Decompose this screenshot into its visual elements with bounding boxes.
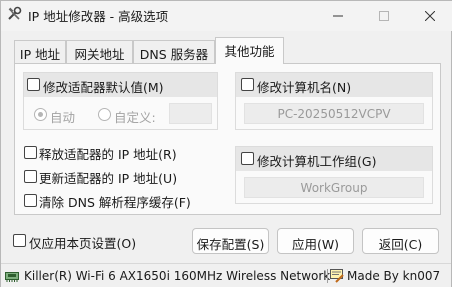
status-separator — [327, 269, 328, 283]
workgroup-label[interactable]: 修改计算机工作组(G) — [257, 151, 376, 170]
custom-value-field[interactable] — [169, 103, 212, 124]
tab-other-functions[interactable]: 其他功能 — [215, 37, 284, 64]
back-button[interactable]: 返回(C) — [362, 228, 439, 254]
tab-gateway[interactable]: 网关地址 — [66, 40, 133, 63]
main-window: IP 地址修改器 - 高级选项 IP 地址 网关地址 DNS 服务器 其他功能 … — [0, 0, 452, 287]
flush-dns-checkbox[interactable] — [24, 194, 37, 207]
computer-name-field[interactable]: PC-20250512VCPV — [244, 103, 424, 124]
close-button[interactable] — [407, 1, 452, 31]
author-text: Made By kn007 — [347, 269, 441, 283]
close-icon — [425, 11, 435, 21]
workgroup-group: 修改计算机工作组(G) WorkGroup — [235, 146, 433, 204]
maximize-button[interactable] — [361, 1, 407, 31]
tab-dns-server[interactable]: DNS 服务器 — [133, 40, 215, 63]
renew-ip-label[interactable]: 更新适配器的 IP 地址(U) — [39, 168, 177, 187]
computer-name-label[interactable]: 修改计算机名(N) — [257, 77, 351, 96]
adapter-name-text: Killer(R) Wi-Fi 6 AX1650i 160MHz Wireles… — [24, 269, 331, 283]
custom-radio[interactable] — [98, 108, 111, 121]
save-config-button[interactable]: 保存配置(S) — [192, 228, 269, 254]
tab-panel-other-functions: 修改适配器默认值(M) 自动 自定义: 修改计算机名(N) PC-2025051… — [14, 63, 441, 215]
network-adapter-icon — [5, 272, 19, 282]
maximize-icon — [379, 11, 389, 21]
custom-radio-label[interactable]: 自定义: — [114, 107, 156, 126]
author-icon — [330, 269, 344, 283]
title-bar: IP 地址修改器 - 高级选项 — [1, 1, 452, 31]
adapter-defaults-checkbox[interactable] — [27, 78, 40, 91]
apply-page-only-checkbox[interactable] — [13, 234, 26, 247]
computer-name-group: 修改计算机名(N) PC-20250512VCPV — [235, 72, 433, 130]
auto-radio-label[interactable]: 自动 — [50, 107, 75, 126]
workgroup-checkbox[interactable] — [241, 152, 254, 165]
apply-page-only-label[interactable]: 仅应用本页设置(O) — [29, 233, 136, 252]
workgroup-field[interactable]: WorkGroup — [244, 177, 424, 198]
minimize-icon — [333, 15, 343, 17]
tab-ip-address[interactable]: IP 地址 — [14, 40, 66, 63]
flush-dns-label[interactable]: 清除 DNS 解析程序缓存(F) — [39, 192, 191, 211]
adapter-defaults-label[interactable]: 修改适配器默认值(M) — [43, 77, 164, 96]
adapter-defaults-group: 修改适配器默认值(M) 自动 自定义: — [23, 72, 218, 130]
minimize-button[interactable] — [315, 1, 361, 31]
release-ip-label[interactable]: 释放适配器的 IP 地址(R) — [39, 144, 177, 163]
window-title: IP 地址修改器 - 高级选项 — [28, 9, 169, 24]
renew-ip-checkbox[interactable] — [24, 170, 37, 183]
computer-name-checkbox[interactable] — [241, 78, 254, 91]
tools-icon — [8, 6, 22, 20]
auto-radio[interactable] — [34, 108, 47, 121]
release-ip-checkbox[interactable] — [24, 146, 37, 159]
status-bar: Killer(R) Wi-Fi 6 AX1650i 160MHz Wireles… — [1, 263, 451, 287]
apply-button[interactable]: 应用(W) — [277, 228, 354, 254]
